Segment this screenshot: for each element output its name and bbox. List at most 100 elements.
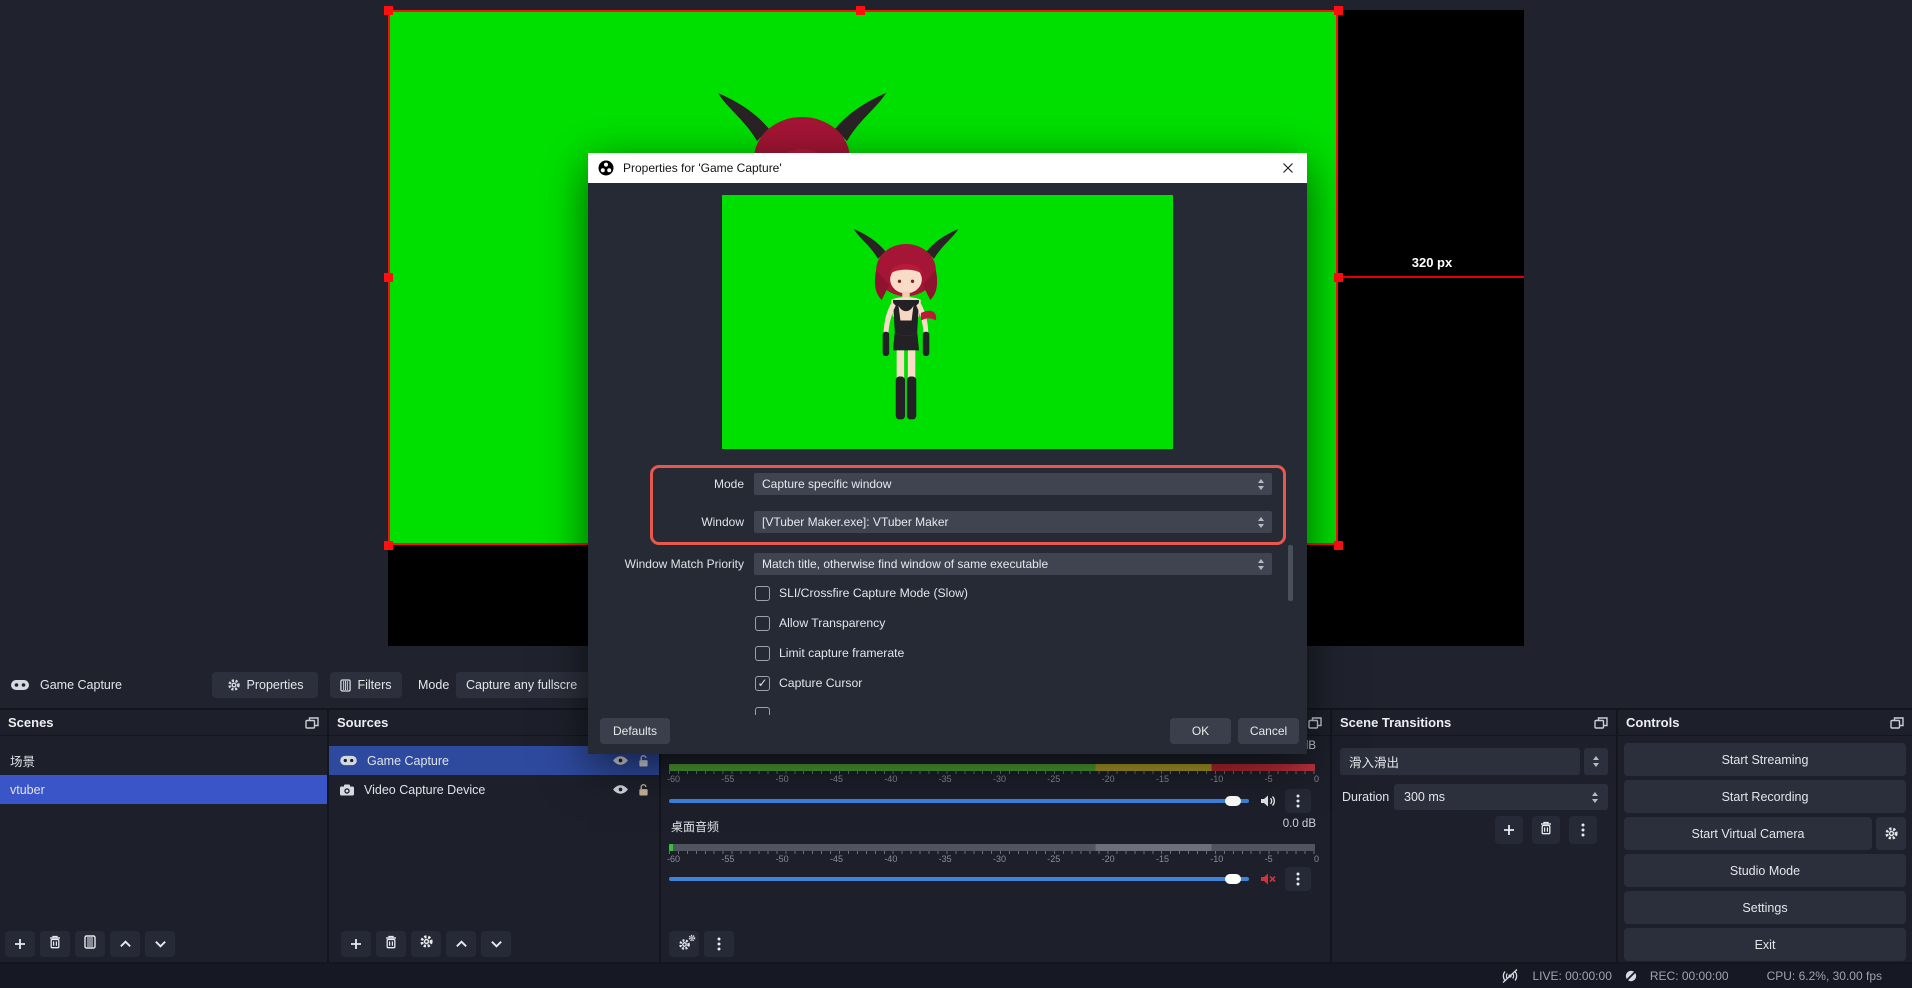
dialog-title-bar[interactable]: Properties for 'Game Capture' bbox=[588, 153, 1307, 183]
dialog-scrollbar[interactable] bbox=[1288, 545, 1293, 601]
studio-mode-button[interactable]: Studio Mode bbox=[1624, 854, 1906, 887]
controls-panel: Controls Start Streaming Start Recording… bbox=[1618, 710, 1912, 962]
volume-slider[interactable] bbox=[669, 796, 1249, 806]
trash-icon bbox=[385, 935, 397, 954]
capture-mode-label: Mode bbox=[418, 678, 450, 692]
settings-button[interactable]: Settings bbox=[1624, 891, 1906, 924]
allow-transparency-checkbox-row[interactable]: Allow Transparency bbox=[755, 613, 885, 633]
scene-item-selected[interactable]: vtuber bbox=[0, 775, 327, 804]
lock-icon[interactable] bbox=[638, 783, 649, 797]
clipped-checkbox bbox=[755, 707, 770, 715]
controls-title: Controls bbox=[1626, 715, 1680, 730]
duration-label: Duration bbox=[1342, 790, 1390, 804]
gamepad-icon bbox=[10, 679, 30, 691]
obs-logo-icon bbox=[598, 160, 614, 176]
source-item[interactable]: Video Capture Device bbox=[329, 775, 659, 804]
selected-source-name: Game Capture bbox=[40, 678, 122, 692]
popout-icon[interactable] bbox=[1890, 717, 1904, 729]
duration-spinner[interactable]: 300 ms bbox=[1394, 784, 1608, 810]
source-properties-button[interactable] bbox=[411, 931, 441, 957]
measure-label: 320 px bbox=[1411, 255, 1453, 270]
filter-icon bbox=[340, 679, 351, 692]
cancel-button[interactable]: Cancel bbox=[1238, 718, 1299, 744]
mixer-options-button[interactable] bbox=[1285, 789, 1311, 813]
mixer-db-value: 0.0 dB bbox=[1282, 818, 1316, 830]
ok-button[interactable]: OK bbox=[1170, 718, 1231, 744]
resize-handle-top-right[interactable] bbox=[1334, 6, 1343, 15]
scenes-title: Scenes bbox=[8, 715, 54, 730]
popout-icon[interactable] bbox=[1308, 717, 1322, 729]
limit-framerate-checkbox-row[interactable]: Limit capture framerate bbox=[755, 643, 904, 663]
record-inactive-icon bbox=[1624, 969, 1638, 983]
resize-handle-top-center[interactable] bbox=[856, 6, 865, 15]
window-match-priority-select[interactable]: Match title, otherwise find window of sa… bbox=[754, 553, 1272, 575]
capture-cursor-checkbox-row[interactable]: ✓ Capture Cursor bbox=[755, 673, 862, 693]
mixer-menu-button[interactable] bbox=[704, 931, 734, 957]
virtual-camera-settings-button[interactable] bbox=[1876, 817, 1906, 850]
popout-icon[interactable] bbox=[305, 717, 319, 729]
transition-select-spinner[interactable] bbox=[1584, 748, 1608, 775]
dialog-title: Properties for 'Game Capture' bbox=[623, 161, 782, 175]
remove-source-button[interactable] bbox=[376, 931, 406, 957]
start-streaming-button[interactable]: Start Streaming bbox=[1624, 743, 1906, 776]
capture-mode-dropdown[interactable]: Capture any fullscre bbox=[456, 672, 590, 698]
meter-tick-labels: -60 -55 -50 -45 -40 -35 -30 -25 -20 -15 -10 -5 0 bbox=[667, 854, 1319, 864]
remove-transition-button[interactable] bbox=[1532, 816, 1560, 844]
live-time: LIVE: 00:00:00 bbox=[1532, 969, 1612, 983]
transition-select[interactable]: 滑入滑出 bbox=[1340, 748, 1580, 775]
add-transition-button[interactable] bbox=[1495, 816, 1523, 844]
measure-line bbox=[1340, 276, 1524, 278]
move-source-up-button[interactable] bbox=[446, 931, 476, 957]
advanced-audio-button[interactable] bbox=[669, 931, 699, 957]
move-source-down-button[interactable] bbox=[481, 931, 511, 957]
resize-handle-mid-left[interactable] bbox=[384, 273, 393, 282]
resize-handle-mid-right[interactable] bbox=[1334, 273, 1343, 282]
volume-slider[interactable] bbox=[669, 874, 1249, 884]
properties-button[interactable]: Properties bbox=[212, 672, 318, 698]
checkbox-checked[interactable]: ✓ bbox=[755, 675, 770, 691]
trash-icon bbox=[1540, 821, 1552, 840]
double-gear-icon bbox=[678, 938, 691, 951]
sli-crossfire-checkbox-row[interactable]: SLI/Crossfire Capture Mode (Slow) bbox=[755, 583, 968, 603]
lock-icon[interactable] bbox=[638, 754, 649, 768]
visibility-eye-button[interactable] bbox=[612, 755, 629, 766]
checkbox[interactable] bbox=[755, 645, 770, 661]
defaults-button[interactable]: Defaults bbox=[600, 718, 670, 744]
start-recording-button[interactable]: Start Recording bbox=[1624, 780, 1906, 813]
scene-item[interactable]: 场景 bbox=[0, 746, 327, 775]
resize-handle-bottom-left[interactable] bbox=[384, 541, 393, 550]
speaker-icon[interactable] bbox=[1259, 794, 1277, 808]
volume-slider-handle[interactable] bbox=[1225, 874, 1241, 884]
filters-button[interactable]: Filters bbox=[330, 672, 402, 698]
mode-select[interactable]: Capture specific window bbox=[754, 473, 1272, 495]
scene-filters-button[interactable] bbox=[75, 931, 105, 957]
status-bar: LIVE: 00:00:00 REC: 00:00:00 CPU: 6.2%, … bbox=[0, 964, 1912, 988]
add-scene-button[interactable] bbox=[5, 931, 35, 957]
resize-handle-bottom-right[interactable] bbox=[1334, 541, 1343, 550]
remove-scene-button[interactable] bbox=[40, 931, 70, 957]
window-select[interactable]: [VTuber Maker.exe]: VTuber Maker bbox=[754, 511, 1272, 533]
stream-inactive-icon bbox=[1500, 969, 1520, 983]
window-label: Window bbox=[701, 515, 744, 529]
mixer-source-name: 桌面音频 bbox=[671, 820, 720, 834]
mixer-options-button[interactable] bbox=[1285, 867, 1311, 891]
checkbox[interactable] bbox=[755, 615, 770, 631]
volume-slider-handle[interactable] bbox=[1225, 796, 1241, 806]
checkbox[interactable] bbox=[755, 585, 770, 601]
close-icon[interactable] bbox=[1279, 159, 1297, 177]
dialog-preview bbox=[722, 195, 1173, 449]
visibility-eye-button[interactable] bbox=[612, 784, 629, 795]
mute-icon[interactable] bbox=[1259, 872, 1277, 886]
start-virtual-camera-button[interactable]: Start Virtual Camera bbox=[1624, 817, 1872, 850]
resize-handle-top-left[interactable] bbox=[384, 6, 393, 15]
volume-meter bbox=[669, 844, 1315, 851]
move-scene-down-button[interactable] bbox=[145, 931, 175, 957]
add-source-button[interactable] bbox=[341, 931, 371, 957]
sources-title: Sources bbox=[337, 715, 389, 730]
exit-button[interactable]: Exit bbox=[1624, 928, 1906, 961]
move-scene-up-button[interactable] bbox=[110, 931, 140, 957]
popout-icon[interactable] bbox=[1594, 717, 1608, 729]
transition-properties-button[interactable] bbox=[1569, 816, 1597, 844]
window-match-priority-label: Window Match Priority bbox=[624, 557, 744, 571]
mode-label: Mode bbox=[713, 477, 744, 491]
